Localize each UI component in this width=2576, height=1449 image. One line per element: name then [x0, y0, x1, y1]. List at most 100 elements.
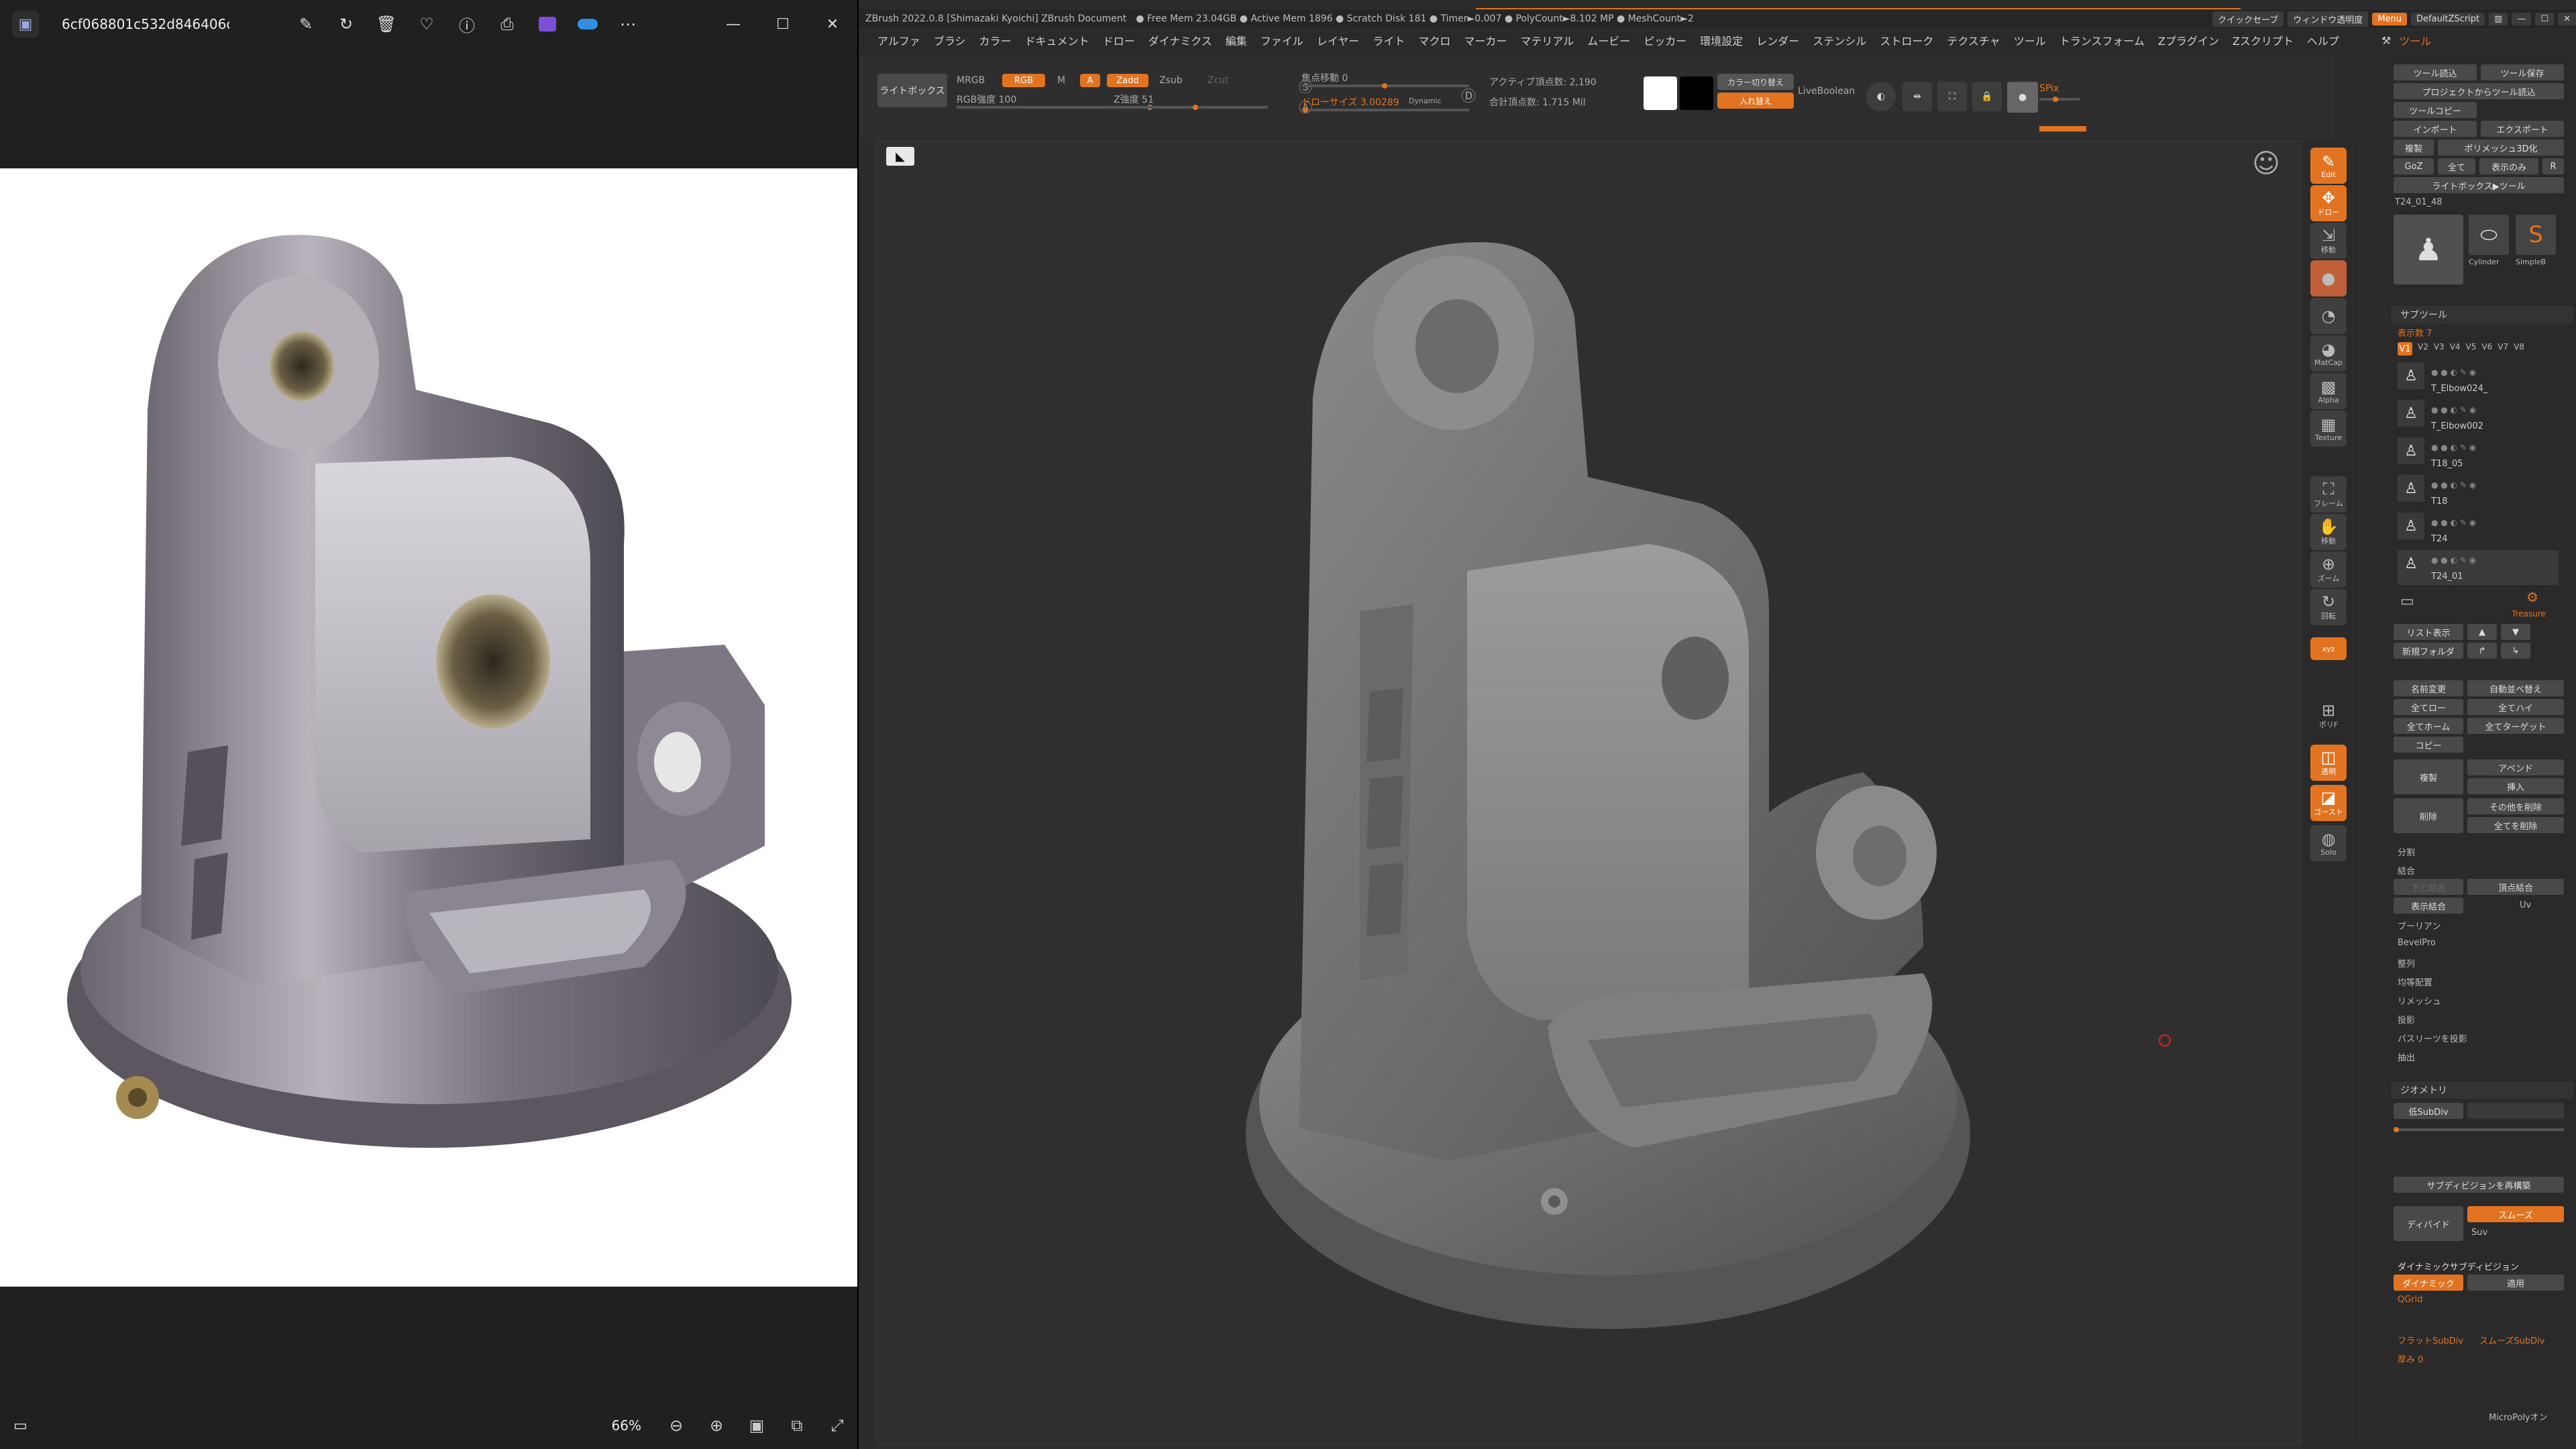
material-ball-icon[interactable]: ◐	[1866, 82, 1896, 111]
fit-window-icon[interactable]: ▣	[737, 1416, 777, 1435]
duplicate-button[interactable]: 複製	[2394, 759, 2463, 794]
import-button[interactable]: インポート	[2394, 121, 2477, 137]
swap-colors-button[interactable]: 入れ替え	[1717, 93, 1794, 109]
close-icon[interactable]: ✕	[808, 0, 857, 48]
menu-zscript[interactable]: Zスクリプト	[2233, 32, 2294, 48]
suv-toggle[interactable]: Suv	[2471, 1228, 2487, 1238]
z-intensity-slider[interactable]	[1114, 105, 1268, 110]
visible-button[interactable]: 表示のみ	[2479, 158, 2538, 174]
menu-draw[interactable]: ドロー	[1103, 32, 1135, 48]
dynamic-toggle[interactable]: ダイナミック	[2394, 1275, 2463, 1291]
menu-movie[interactable]: ムービー	[1587, 32, 1630, 48]
version-v8[interactable]: V8	[2514, 342, 2524, 356]
menu-edit[interactable]: 編集	[1226, 32, 1247, 48]
zoom-in-icon[interactable]: ⊕	[696, 1416, 737, 1435]
onedrive-icon[interactable]	[570, 7, 605, 42]
menu-texture[interactable]: テクスチャ	[1947, 32, 2000, 48]
copy-tool-button[interactable]: ツールコピー	[2394, 102, 2477, 118]
split-section[interactable]: 分割	[2398, 845, 2415, 858]
rotate-view-button[interactable]: ↻ 回転	[2310, 589, 2347, 625]
dynamic-toggle[interactable]: Dynamic	[1409, 97, 1442, 105]
zadd-button[interactable]: Zadd	[1107, 74, 1148, 87]
delete-button[interactable]: 削除	[2394, 798, 2463, 833]
bevelpro-section[interactable]: BevelPro	[2398, 938, 2436, 948]
goz-button[interactable]: GoZ	[2394, 158, 2434, 174]
merge-visible-button[interactable]: 表示結合	[2394, 898, 2463, 914]
info-icon[interactable]: ⓘ	[449, 7, 484, 42]
zcut-button[interactable]: Zcut	[1208, 75, 1229, 86]
auto-reorder-button[interactable]: 自動並べ替え	[2467, 680, 2564, 696]
gear-icon[interactable]: ⚙	[2526, 589, 2538, 605]
subtool-section-header[interactable]: サブツール	[2391, 306, 2573, 323]
zoom-view-button[interactable]: ⊕ ズーム	[2310, 551, 2347, 588]
quicksave-button[interactable]: クイックセーブ	[2212, 11, 2284, 27]
subtool-row[interactable]: ♙ ● ● ◐ ✎ ◉ T18_05	[2398, 437, 2559, 472]
list-all-button[interactable]: リスト表示	[2394, 624, 2463, 640]
frame-button[interactable]: ⛶ フレーム	[2310, 476, 2347, 513]
clipchamp-icon[interactable]	[530, 7, 565, 42]
close-icon[interactable]: ✕	[2558, 12, 2576, 25]
menu-brush[interactable]: ブラシ	[934, 32, 966, 48]
menu-preferences[interactable]: 環境設定	[1700, 32, 1743, 48]
uv-button[interactable]: Uv	[2520, 900, 2531, 910]
menu-document[interactable]: ドキュメント	[1025, 32, 1089, 48]
frame-icon[interactable]: ⛶	[1937, 82, 1967, 111]
menu-stroke[interactable]: ストローク	[1880, 32, 1933, 48]
apply-button[interactable]: 適用	[2467, 1275, 2564, 1291]
reconstruct-subdiv-button[interactable]: サブディビジョンを再構築	[2394, 1177, 2564, 1193]
extract-section[interactable]: 抽出	[2398, 1051, 2415, 1063]
lightbox-tools-button[interactable]: ライトボックス▶ツール	[2394, 177, 2564, 193]
rename-button[interactable]: 名前変更	[2394, 680, 2463, 696]
move-up-icon[interactable]: ↱	[2467, 643, 2497, 659]
align-section[interactable]: 整列	[2398, 957, 2415, 969]
more-icon[interactable]: ⋯	[610, 7, 645, 42]
make-polymesh-button[interactable]: ポリメッシュ3D化	[2438, 140, 2564, 156]
symmetry-icon[interactable]: ⇹	[1902, 82, 1932, 111]
micropoly-toggle[interactable]: MicroPolyオン	[2489, 1410, 2548, 1423]
m-button[interactable]: M	[1057, 75, 1065, 86]
boolean-section[interactable]: ブーリアン	[2398, 919, 2440, 932]
thickness-slider-label[interactable]: 厚み 0	[2398, 1352, 2423, 1365]
subtool-row[interactable]: ♙ ● ● ◐ ✎ ◉ T_Elbow024_	[2398, 362, 2559, 397]
xyz-button[interactable]: xyz	[2310, 637, 2347, 660]
menu-transform[interactable]: トランスフォーム	[2059, 32, 2145, 48]
menu-help[interactable]: ヘルプ	[2307, 32, 2339, 48]
version-v3[interactable]: V3	[2434, 342, 2445, 356]
menu-marker[interactable]: マーカー	[1464, 32, 1507, 48]
main-color-swatch[interactable]	[1644, 76, 1677, 110]
menu-render[interactable]: レンダー	[1756, 32, 1799, 48]
mrgb-button[interactable]: MRGB	[957, 75, 985, 86]
save-tool-button[interactable]: ツール保存	[2481, 64, 2564, 80]
delete-all-button[interactable]: 全てを削除	[2467, 817, 2564, 833]
minimize-icon[interactable]: —	[2512, 12, 2532, 25]
solo-button[interactable]: ◍ Solo	[2310, 825, 2347, 861]
simplebrush-thumb[interactable]: S	[2516, 215, 2556, 255]
texture-button[interactable]: ▦ Texture	[2310, 411, 2347, 447]
move-view-button[interactable]: ✋ 移動	[2310, 514, 2347, 550]
menu-layer[interactable]: レイヤー	[1317, 32, 1360, 48]
cylinder-thumb[interactable]: ⬭	[2469, 215, 2509, 255]
arrow-down-icon[interactable]: ▼	[2501, 624, 2530, 640]
tool-palette-tab[interactable]: ⚒ ツール	[2368, 30, 2576, 51]
edit-icon[interactable]: ✎	[288, 7, 323, 42]
menu-zplugin[interactable]: Zプラグイン	[2158, 32, 2219, 48]
move-mode-button[interactable]: ⇲ 移動	[2310, 223, 2347, 259]
ghost-button[interactable]: ◪ ゴースト	[2310, 785, 2347, 821]
smooth-toggle[interactable]: スムーズ	[2467, 1206, 2564, 1222]
sdiv-slider[interactable]	[2394, 1127, 2564, 1132]
all-to-target-button[interactable]: 全てターゲット	[2467, 718, 2564, 734]
alpha-button[interactable]: ▩ Alpha	[2310, 373, 2347, 409]
subtool-row[interactable]: ♙ ● ● ◐ ✎ ◉ T_Elbow002	[2398, 400, 2559, 435]
lower-res-button[interactable]: 低SubDiv	[2394, 1103, 2463, 1119]
menu-dynamics[interactable]: ダイナミクス	[1148, 32, 1212, 48]
maximize-icon[interactable]: ☐	[2535, 12, 2555, 25]
remesh-section[interactable]: リメッシュ	[2398, 994, 2441, 1007]
default-zscript-button[interactable]: DefaultZScript	[2411, 12, 2485, 25]
load-tool-button[interactable]: ツール読込	[2394, 64, 2477, 80]
menu-button[interactable]: Menu	[2372, 12, 2408, 25]
menu-stencil[interactable]: ステンシル	[1813, 32, 1866, 48]
menu-alpha[interactable]: アルファ	[877, 32, 920, 48]
version-v6[interactable]: V6	[2481, 342, 2492, 356]
version-v5[interactable]: V5	[2466, 342, 2477, 356]
stroke-icon[interactable]: ◔	[2310, 298, 2347, 334]
